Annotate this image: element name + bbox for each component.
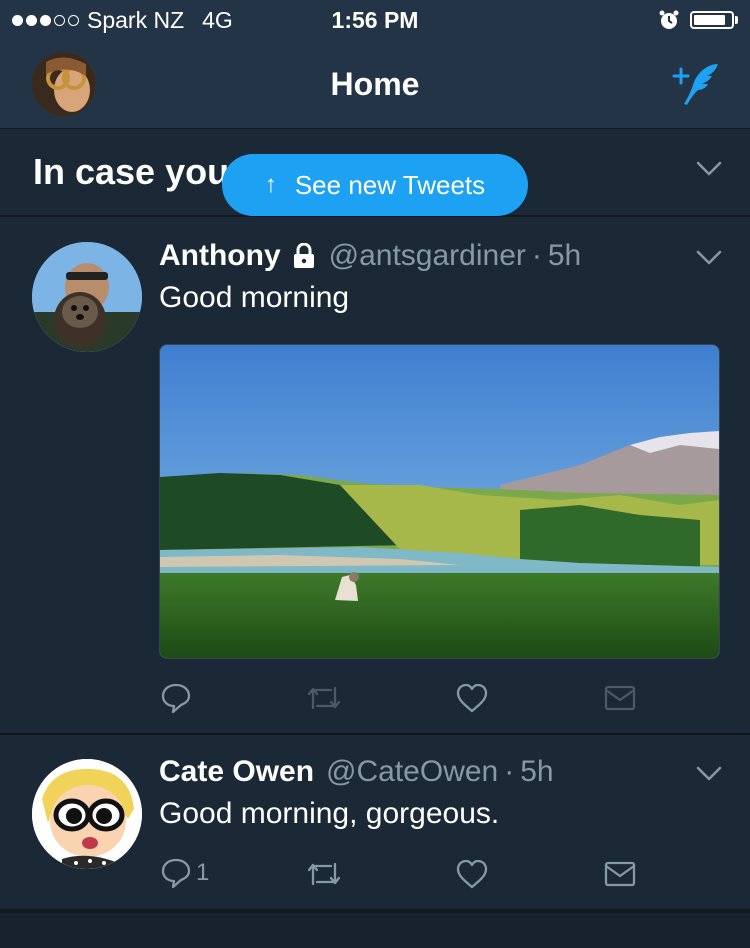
user-handle[interactable]: @antsgardiner <box>329 239 526 273</box>
user-avatar[interactable] <box>32 759 142 869</box>
battery-tip <box>735 16 738 24</box>
like-icon[interactable] <box>455 682 489 714</box>
next-tweet-preview <box>0 911 750 948</box>
status-bar: Spark NZ 4G 1:56 PM <box>0 0 750 40</box>
tweet-time: 5h <box>547 239 582 272</box>
display-name[interactable]: Anthony <box>159 239 281 273</box>
battery-body <box>690 11 734 29</box>
like-icon[interactable] <box>455 858 489 890</box>
tweet[interactable]: Cate Owen @CateOwen · 5h Good morning, g… <box>0 735 750 911</box>
retweet-icon <box>307 686 341 710</box>
battery-fill <box>694 15 725 25</box>
compose-tweet-icon <box>672 64 718 105</box>
page-title: Home <box>330 66 420 102</box>
user-avatar[interactable] <box>32 242 142 352</box>
tweet[interactable]: Anthony @antsgardiner · 5h Good morning <box>0 217 750 735</box>
separator: · <box>531 239 542 272</box>
see-new-tweets-label: See new Tweets <box>294 169 486 200</box>
tweet-text: Good morning <box>159 281 350 314</box>
reply-button[interactable]: 1 <box>160 857 209 889</box>
battery-icon <box>690 11 738 29</box>
lock-icon <box>293 243 314 268</box>
retweet-icon[interactable] <box>305 858 343 890</box>
chevron-down-icon[interactable] <box>696 161 722 177</box>
avatar-image <box>32 242 142 352</box>
separator: · <box>504 755 515 788</box>
direct-message-icon[interactable] <box>604 860 636 888</box>
direct-message-icon <box>604 685 636 711</box>
clock: 1:56 PM <box>331 7 419 33</box>
avatar-image <box>32 759 142 869</box>
user-handle[interactable]: @CateOwen <box>326 755 498 789</box>
section-title: In case you <box>33 151 230 192</box>
reply-count: 1 <box>196 859 210 886</box>
chevron-down-icon[interactable] <box>696 766 722 782</box>
reply-icon <box>161 858 191 889</box>
tweet-time: 5h <box>520 755 554 788</box>
see-new-tweets-button[interactable]: ↑ See new Tweets <box>222 154 528 216</box>
tweet-header: Cate Owen @CateOwen · 5h <box>159 755 554 789</box>
alarm-icon <box>659 10 679 29</box>
chevron-down-icon[interactable] <box>696 250 722 266</box>
tweet-header: Anthony @antsgardiner · 5h <box>159 239 581 273</box>
tweet-photo[interactable] <box>159 344 720 659</box>
arrow-up-icon: ↑ <box>264 171 277 198</box>
reply-icon[interactable] <box>160 682 192 714</box>
landscape-photo <box>160 345 719 658</box>
compose-tweet-button[interactable] <box>672 60 722 113</box>
nav-bar: Home <box>0 40 750 129</box>
tweet-text: Good morning, gorgeous. <box>159 797 500 830</box>
status-right <box>658 9 738 31</box>
display-name[interactable]: Cate Owen <box>159 755 314 789</box>
